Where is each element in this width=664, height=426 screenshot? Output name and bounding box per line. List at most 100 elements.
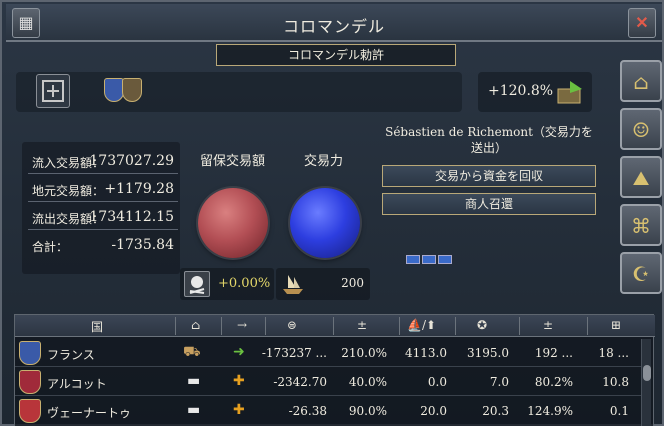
col-country[interactable]: 国 <box>91 318 103 335</box>
divider <box>399 317 400 335</box>
trade-node-icon[interactable] <box>36 74 70 108</box>
people-icon: ☺ <box>632 118 650 142</box>
table-row[interactable]: フランス ⛟ ➜ -173237 ... 210.0% 4113.0 3195.… <box>15 339 641 367</box>
title-bar: ▦ コロマンデル ✕ <box>6 4 662 42</box>
owner-shields[interactable] <box>100 74 150 108</box>
col-ship-power[interactable]: ⛵/⬆ <box>407 318 436 332</box>
ship-icon <box>280 271 306 297</box>
minus-icon: ▬ <box>187 402 201 418</box>
col-settings-icon[interactable]: ⊞ <box>611 318 621 332</box>
plus-icon: ✚ <box>233 402 245 418</box>
arrow-icon: ➜ <box>233 344 245 360</box>
stat-value: 1734112.15 <box>89 209 174 225</box>
stat-value: 1737027.29 <box>89 153 174 169</box>
scroll-thumb[interactable] <box>643 365 651 381</box>
ship-power: 4113.0 <box>405 346 447 360</box>
retained-heading: 留保交易額 <box>200 154 266 169</box>
power-value: 200 <box>341 276 364 290</box>
col-home-icon[interactable]: ⌂ <box>191 318 200 332</box>
stat-row-total: 合計： -1735.84 <box>28 232 178 258</box>
trade-value: -2342.70 <box>273 375 327 389</box>
stat-row-outgoing: 流出交易額： 1734112.15 <box>28 204 178 230</box>
stat-value: -1735.84 <box>111 237 174 253</box>
table-row[interactable]: ヴェーナートゥ ▬ ✚ -26.38 90.0% 20.0 20.3 124.9… <box>15 397 641 425</box>
divider <box>333 317 334 335</box>
divider <box>519 317 520 335</box>
power-pie <box>290 188 360 258</box>
ship-power: 20.0 <box>420 404 447 418</box>
value-pct: 210.0% <box>341 346 387 360</box>
stat-label: 合計： <box>32 240 69 254</box>
power-pct: 124.9% <box>527 404 573 418</box>
retained-pie <box>198 188 268 258</box>
table-header: 国 ⌂ → ⊜ ± ⛵/⬆ ✪ ± ⊞ <box>15 315 655 337</box>
collect-from-trade-button[interactable]: 交易から資金を回収 <box>382 165 596 187</box>
country-trade-table: 国 ⌂ → ⊜ ± ⛵/⬆ ✪ ± ⊞ フランス ⛟ ➜ -173237 ...… <box>14 314 655 426</box>
divider <box>265 317 266 335</box>
country-name: フランス <box>47 348 95 362</box>
top-panel <box>16 72 462 112</box>
indicator-dot <box>422 255 436 264</box>
warehouse-icon: ⌂ <box>633 70 649 94</box>
france-shield-icon <box>104 78 124 102</box>
city-icon: ⌘ <box>631 214 651 238</box>
country-flag <box>19 370 41 394</box>
stat-value: +1179.28 <box>104 181 174 197</box>
retained-pct: +0.00% <box>218 276 271 291</box>
window-title: コロマンデル <box>282 17 385 36</box>
value-pct: 90.0% <box>348 404 387 418</box>
country-flag <box>19 399 41 423</box>
node-icon <box>42 80 64 102</box>
divider <box>455 317 456 335</box>
plus-icon: ✚ <box>233 373 245 389</box>
stat-label: 地元交易額： <box>32 184 105 198</box>
power-pct: 192 ... <box>534 346 573 360</box>
power-pct: 80.2% <box>534 375 573 389</box>
goods-icon: ☪ <box>632 262 650 286</box>
value-pct: 40.0% <box>348 375 387 389</box>
sidebar-route-button[interactable]: ⛰ <box>620 156 662 198</box>
indicator-dot <box>406 255 420 264</box>
divider <box>175 317 176 335</box>
power-share: 7.0 <box>489 375 509 389</box>
power-heading: 交易力 <box>304 154 344 169</box>
country-flag <box>19 341 41 365</box>
divider <box>221 317 222 335</box>
trade-value: -173237 ... <box>261 346 327 360</box>
percentage-box: +120.8% <box>478 72 592 112</box>
misc-value: 18 ... <box>598 346 629 360</box>
col-plusminus-2[interactable]: ± <box>543 318 553 332</box>
power-share: 3195.0 <box>467 346 509 360</box>
trade-node-window: ▦ コロマンデル ✕ コロマンデル勅許 +120.8% 流入交易額： 17370… <box>0 0 664 426</box>
country-name: ヴェーナートゥ <box>47 406 132 420</box>
recall-merchant-button[interactable]: 商人召還 <box>382 193 596 215</box>
close-button[interactable]: ✕ <box>628 8 656 38</box>
trade-value: -26.38 <box>288 404 327 418</box>
col-power-share[interactable]: ✪ <box>477 318 487 332</box>
country-name: アルコット <box>47 377 107 391</box>
retained-box: +0.00% <box>180 268 274 300</box>
col-plusminus[interactable]: ± <box>357 318 367 332</box>
stat-row-local: 地元交易額： +1179.28 <box>28 176 178 202</box>
ship-power: 0.0 <box>427 375 447 389</box>
sidebar-city-button[interactable]: ⌘ <box>620 204 662 246</box>
col-value-icon[interactable]: ⊜ <box>287 318 297 332</box>
close-icon: ✕ <box>635 13 649 32</box>
table-row[interactable]: アルコット ▬ ✚ -2342.70 40.0% 0.0 7.0 80.2% 1… <box>15 368 641 396</box>
sidebar-merchants-button[interactable]: ☺ <box>620 108 662 150</box>
table-scrollbar[interactable] <box>641 339 651 426</box>
sidebar-goods-button[interactable]: ☪ <box>620 252 662 294</box>
misc-value: 10.8 <box>602 375 629 389</box>
indicator-dot <box>438 255 452 264</box>
merchant-icon <box>557 81 582 104</box>
trade-steering-indicator <box>406 249 454 264</box>
caravan-icon: ⛟ <box>183 344 201 360</box>
percentage-value: +120.8% <box>488 83 554 99</box>
col-direction-icon[interactable]: → <box>237 318 247 332</box>
misc-value: 0.1 <box>609 404 629 418</box>
sidebar-trade-button[interactable]: ⌂ <box>620 60 662 102</box>
pirate-icon <box>184 271 210 297</box>
trade-stats-panel: 流入交易額： 1737027.29 地元交易額： +1179.28 流出交易額：… <box>22 142 180 274</box>
owner-name: Sébastien de Richemont（交易力を送出） <box>385 125 593 155</box>
divider <box>587 317 588 335</box>
